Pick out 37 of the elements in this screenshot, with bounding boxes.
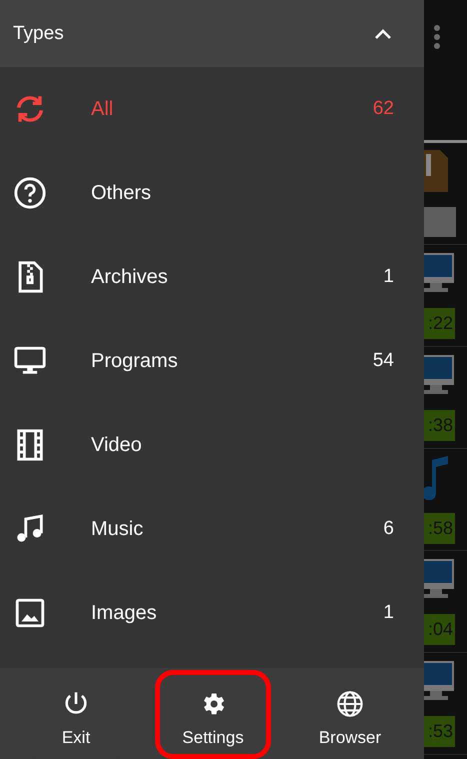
image-icon <box>13 596 47 630</box>
globe-icon <box>336 690 364 718</box>
type-item[interactable]: Images 1 <box>0 571 424 655</box>
drawer-header[interactable]: Types <box>0 0 424 67</box>
monitor-icon <box>424 660 454 700</box>
settings-button[interactable]: Settings <box>155 670 271 759</box>
item-count: 1 <box>383 266 394 288</box>
duration-label: :38 <box>424 410 456 440</box>
item-label: Music <box>91 518 144 540</box>
item-label: Archives <box>91 266 169 288</box>
help-circle-icon <box>13 176 47 210</box>
item-count: 6 <box>383 518 394 540</box>
archive-icon <box>424 150 448 192</box>
type-item[interactable]: Archives 1 <box>0 235 424 319</box>
item-label: Images <box>91 602 158 624</box>
item-label: All <box>91 98 114 120</box>
duration-label: :58 <box>424 512 456 544</box>
type-item[interactable]: Programs 54 <box>0 319 424 403</box>
type-item[interactable]: Music 6 <box>0 487 424 571</box>
more-options-icon[interactable] <box>433 24 441 50</box>
monitor-icon <box>424 354 454 394</box>
thumbnail-placeholder <box>424 206 456 237</box>
item-label: Video <box>91 434 143 456</box>
item-label: Others <box>91 182 152 204</box>
duration-label: :53 <box>424 716 456 746</box>
music-note-icon <box>424 456 450 500</box>
item-label: Programs <box>91 350 179 372</box>
header-title: Types <box>13 22 64 44</box>
monitor-icon <box>424 252 454 292</box>
duration-label: :22 <box>424 308 456 338</box>
duration-label: :04 <box>424 614 456 644</box>
monitor-icon <box>424 558 454 598</box>
item-count: 1 <box>383 602 394 624</box>
item-count: 54 <box>372 350 394 372</box>
type-item[interactable]: Others <box>0 151 424 235</box>
item-count: 62 <box>372 98 394 120</box>
type-item[interactable]: Video <box>0 403 424 487</box>
